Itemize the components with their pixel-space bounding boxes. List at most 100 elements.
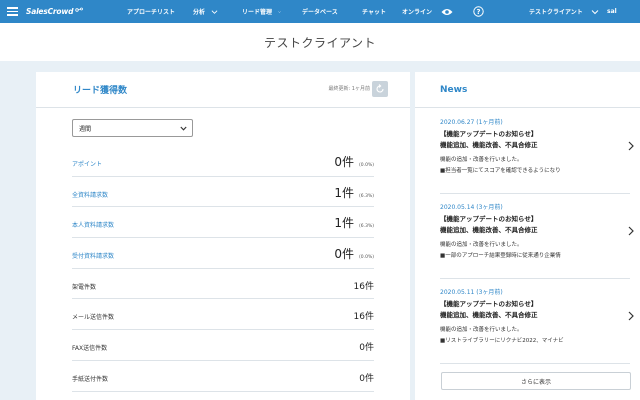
stat-count: 0件 [334,155,355,169]
news-body-line: 機能の追加・改善を行いました。 [440,242,523,248]
user-menu-label: sal [607,8,617,15]
news-item[interactable]: 2020.06.27 (1ヶ月前) 【機能アップデートのお知らせ】 機能追加、機能… [440,109,634,194]
news-title-line: 機能追加、機能改善、不具合修正 [440,141,538,149]
news-item-body: 機能の追加・改善を行いました。 ■一部のアプローチ結果登録時に従来通り企業情 [440,240,620,262]
svg-text:?: ? [476,8,480,16]
news-date: 2020.05.14 (3ヶ月前) [440,204,503,211]
stat-percent: (6.3%) [359,224,374,230]
eye-icon[interactable] [431,0,463,23]
stat-row-appointment: アポイント 0件 (0.0%) [72,146,374,177]
chevron-right-icon [628,141,634,151]
nav-lead-management[interactable]: リード管理 [218,0,281,23]
news-body-line: ■リストライブラリーにリクナビ2022、マイナビ [440,338,564,344]
news-body-line: 機能の追加・改善を行いました。 [440,157,523,163]
menu-icon[interactable] [0,0,24,23]
logo-text: SalesCrowd [26,7,74,16]
stat-row-fax: FAX送信件数 0件 [72,330,374,361]
stat-value: 1件 (6.3%) [334,184,374,201]
stat-value: 0件 (0.0%) [334,245,374,262]
news-header: News [415,72,640,108]
stat-value: 0件 [359,371,374,384]
stat-row-self-docs: 本人資料請求数 1件 (6.3%) [72,207,374,239]
client-menu-label: テストクライアント [529,9,583,16]
show-more-button[interactable]: さらに表示 [441,372,631,390]
news-body-line: ■一部のアプローチ結果登録時に従来通り企業情 [440,253,561,259]
nav-approach-list-label: アプローチリスト [127,9,176,16]
stat-label-link[interactable]: 本人資料請求数 [72,220,114,229]
stat-label-link[interactable]: 受付資料請求数 [72,251,114,260]
news-item[interactable]: 2020.05.14 (3ヶ月前) 【機能アップデートのお知らせ】 機能追加、機能… [440,194,634,279]
lead-stats-header: リード獲得数 最終更新: 1ヶ月前 [36,72,410,108]
stat-percent: (0.0%) [359,255,374,261]
stat-row-emails: メール送信件数 16件 [72,299,374,331]
news-title: News [440,84,468,95]
stat-label: メール送信件数 [72,314,115,322]
help-icon[interactable]: ? [463,0,493,23]
period-select-value: 週間 [79,125,92,133]
chevron-right-icon [628,226,634,236]
page-title: テストクライアント [263,35,377,50]
stat-value: 0件 [359,340,374,353]
period-select[interactable]: 週間 [72,119,193,137]
app-logo[interactable]: SalesCrowd [24,0,102,23]
chevron-down-icon [591,9,599,14]
top-nav-bar: SalesCrowd アプローチリスト 分析 リード管理 データベース チャット… [0,0,640,23]
stat-count: 16件 [353,312,374,323]
chevron-right-icon [628,311,634,321]
logo-mark-icon [75,7,84,12]
news-item-title: 【機能アップデートのお知らせ】 機能追加、機能改善、不具合修正 [440,299,620,321]
news-body-line: ■担当者一覧にてスコアを確認できるようになり [440,168,561,174]
news-item-title: 【機能アップデートのお知らせ】 機能追加、機能改善、不具合修正 [440,214,620,236]
nav-chat[interactable]: チャット [343,0,386,23]
lead-stats-list: アポイント 0件 (0.0%) 全資料請求数 1件 (6.3%) 本人資料請求数 1… [72,146,374,392]
news-title-line: 【機能アップデートのお知らせ】 [440,215,538,223]
stat-count: 1件 [334,185,355,200]
chevron-down-icon [211,9,218,14]
stat-row-reception-docs: 受付資料請求数 0件 (0.0%) [72,238,374,269]
stat-count: 0件 [359,343,374,354]
news-date: 2020.06.27 (1ヶ月前) [440,119,503,126]
stat-percent: (6.3%) [359,193,374,199]
nav-analysis[interactable]: 分析 [173,0,218,23]
nav-analysis-label: 分析 [193,9,206,16]
stat-label: FAX送信件数 [72,345,108,353]
stat-label: 手紙送付件数 [72,375,109,383]
news-title-line: 機能追加、機能改善、不具合修正 [440,311,538,319]
stat-row-letters: 手紙送付件数 0件 [72,361,374,392]
news-title-line: 機能追加、機能改善、不具合修正 [440,226,538,234]
stat-count: 0件 [334,247,355,262]
stat-count: 1件 [334,216,355,231]
stat-label-link[interactable]: アポイント [72,159,102,168]
nav-lead-management-label: リード管理 [242,9,273,16]
nav-database-label: データベース [302,9,338,16]
user-menu[interactable]: sal [603,0,617,23]
stat-value: 1件 (6.3%) [334,214,374,231]
nav-approach-list[interactable]: アプローチリスト [102,0,176,23]
stat-count: 0件 [359,373,374,384]
lead-stats-card: リード獲得数 最終更新: 1ヶ月前 週間 アポイント 0件 (0.0%) 全資料請… [36,72,410,400]
news-date: 2020.05.11 (3ヶ月前) [440,289,503,296]
refresh-icon [376,84,384,93]
nav-online-label: オンライン [402,9,433,16]
stat-value: 16件 [354,309,374,322]
refresh-button[interactable] [372,81,388,97]
chevron-down-icon [180,126,187,131]
news-item-body: 機能の追加・改善を行いました。 ■リストライブラリーにリクナビ2022、マイナビ [440,325,620,347]
news-title-line: 【機能アップデートのお知らせ】 [440,130,538,138]
news-item-title: 【機能アップデートのお知らせ】 機能追加、機能改善、不具合修正 [440,129,620,151]
page-title-band: テストクライアント [0,23,640,61]
stat-value: 0件 (0.0%) [334,153,374,170]
nav-online[interactable]: オンライン [383,0,433,23]
news-body-line: 機能の追加・改善を行いました。 [440,327,523,333]
stat-row-all-docs: 全資料請求数 1件 (6.3%) [72,177,374,208]
stat-row-calls: 架電件数 16件 [72,269,374,300]
stat-value: 16件 [354,279,374,292]
stat-label-link[interactable]: 全資料請求数 [72,190,108,199]
stat-percent: (0.0%) [359,163,374,168]
client-menu[interactable]: テストクライアント [493,0,603,23]
news-title-line: 【機能アップデートのお知らせ】 [440,300,538,308]
news-item[interactable]: 2020.05.11 (3ヶ月前) 【機能アップデートのお知らせ】 機能追加、機能… [440,279,634,364]
stat-count: 16件 [353,281,374,292]
nav-database[interactable]: データベース [281,0,343,23]
news-item-body: 機能の追加・改善を行いました。 ■担当者一覧にてスコアを確認できるようになり [440,155,620,177]
